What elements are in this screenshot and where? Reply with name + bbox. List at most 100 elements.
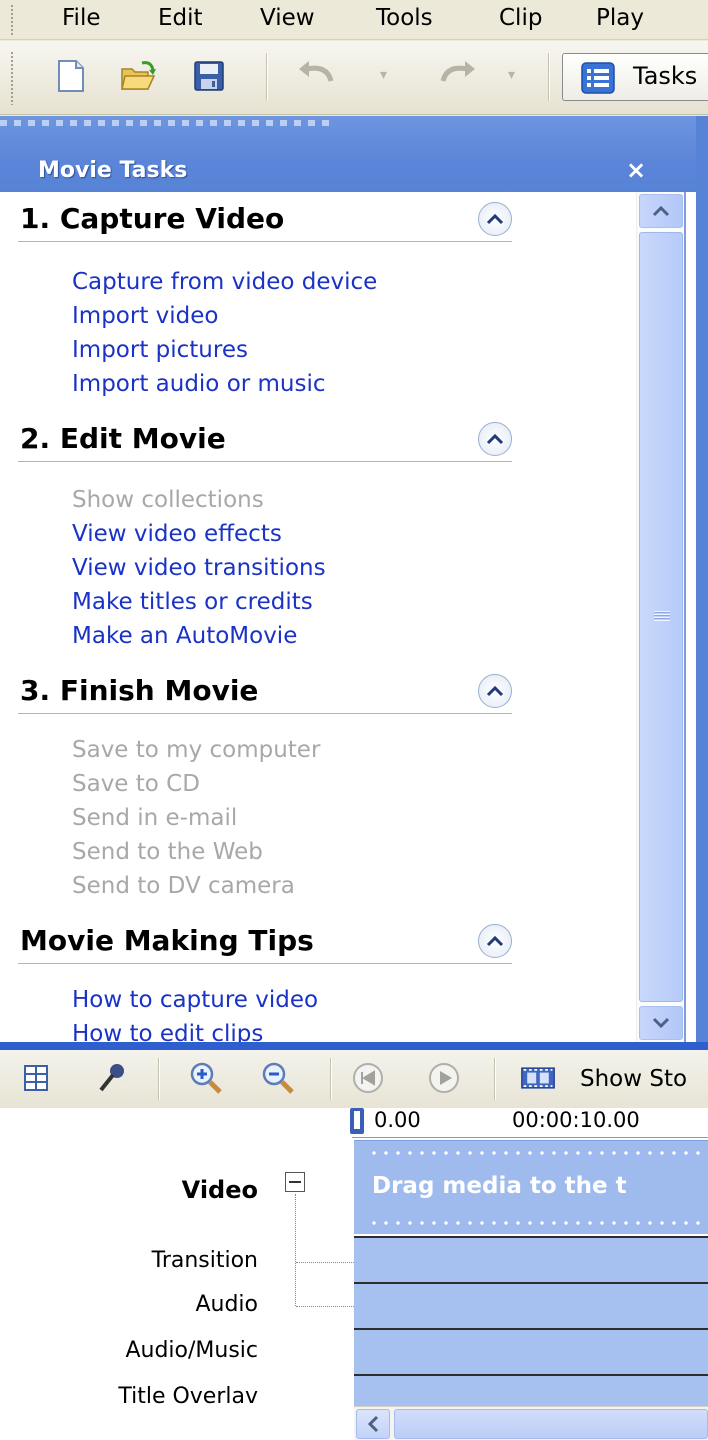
play-icon bbox=[429, 1063, 459, 1093]
scroll-up-button[interactable] bbox=[639, 194, 683, 228]
save-project-icon bbox=[194, 61, 224, 91]
link-capture-from-video-device[interactable]: Capture from video device bbox=[72, 266, 377, 298]
menu-view[interactable]: View bbox=[258, 4, 317, 32]
track-label-title-overlay: Title Overlav bbox=[118, 1384, 258, 1409]
track-label-audio-music: Audio/Music bbox=[125, 1338, 258, 1363]
menu-tools[interactable]: Tools bbox=[374, 4, 435, 32]
collapse-chevron-icon[interactable] bbox=[478, 674, 512, 708]
storyboard-toggle-button[interactable] bbox=[18, 1060, 54, 1096]
link-view-video-transitions[interactable]: View video transitions bbox=[72, 552, 326, 584]
link-send-in-email: Send in e-mail bbox=[72, 805, 238, 831]
zoom-in-button[interactable] bbox=[188, 1060, 224, 1096]
undo-button[interactable] bbox=[296, 55, 338, 97]
collapse-video-track-icon[interactable] bbox=[285, 1172, 305, 1192]
filmstrip-icon bbox=[521, 1067, 555, 1089]
pane-gap bbox=[686, 192, 696, 1042]
playhead-notch bbox=[354, 1111, 360, 1129]
collapse-chevron-icon[interactable] bbox=[478, 422, 512, 456]
header-decoration bbox=[0, 116, 330, 130]
menu-play[interactable]: Play bbox=[594, 4, 646, 32]
link-view-video-effects[interactable]: View video effects bbox=[72, 518, 282, 550]
link-import-pictures[interactable]: Import pictures bbox=[72, 334, 248, 366]
collapse-chevron-icon[interactable] bbox=[478, 202, 512, 236]
save-project-button[interactable] bbox=[188, 55, 230, 97]
redo-dropdown-arrow[interactable]: ▾ bbox=[508, 67, 515, 83]
timeline-horizontal-scrollbar[interactable] bbox=[354, 1406, 708, 1440]
tasks-icon bbox=[581, 62, 615, 94]
tree-connector bbox=[296, 1262, 354, 1263]
track-label-transition: Transition bbox=[151, 1248, 258, 1273]
timeline-toolbar: Show Sto bbox=[0, 1050, 708, 1108]
collapse-chevron-icon[interactable] bbox=[478, 924, 512, 958]
movie-tasks-header: Movie Tasks × bbox=[0, 116, 696, 192]
track-label-audio: Audio bbox=[195, 1292, 258, 1317]
zoom-out-button[interactable] bbox=[260, 1060, 296, 1096]
new-project-button[interactable] bbox=[50, 55, 92, 97]
link-send-to-the-web: Send to the Web bbox=[72, 839, 263, 865]
toolbar-separator bbox=[494, 1058, 496, 1100]
link-import-audio-or-music[interactable]: Import audio or music bbox=[72, 368, 326, 400]
chevron-down-icon bbox=[652, 1017, 670, 1029]
toolbar-separator bbox=[158, 1058, 160, 1100]
menubar-grip[interactable] bbox=[10, 4, 14, 36]
play-timeline-button[interactable] bbox=[426, 1060, 462, 1096]
scroll-left-button[interactable] bbox=[356, 1409, 390, 1439]
audio-music-track[interactable] bbox=[354, 1328, 708, 1374]
track-dotted-border bbox=[368, 1221, 708, 1225]
transition-track[interactable] bbox=[354, 1236, 708, 1282]
tasks-vertical-scrollbar[interactable] bbox=[636, 192, 684, 1044]
menu-edit[interactable]: Edit bbox=[156, 4, 205, 32]
link-save-to-cd: Save to CD bbox=[72, 771, 200, 797]
section-finish-movie[interactable]: 3. Finish Movie bbox=[18, 670, 512, 714]
section-capture-video[interactable]: 1. Capture Video bbox=[18, 198, 512, 242]
link-make-an-automovie[interactable]: Make an AutoMovie bbox=[72, 620, 297, 652]
redo-icon bbox=[440, 61, 475, 82]
horizontal-scroll-thumb[interactable] bbox=[394, 1409, 708, 1439]
undo-dropdown-arrow[interactable]: ▾ bbox=[380, 67, 387, 83]
timeline-ruler[interactable]: 0.00 00:00:10.00 bbox=[352, 1108, 708, 1138]
tasks-button[interactable]: Tasks bbox=[562, 53, 708, 101]
section-title: 2. Edit Movie bbox=[20, 422, 226, 455]
link-import-video[interactable]: Import video bbox=[72, 300, 218, 332]
menu-file[interactable]: File bbox=[60, 4, 103, 32]
link-save-to-my-computer: Save to my computer bbox=[72, 737, 321, 763]
audio-track[interactable] bbox=[354, 1282, 708, 1328]
zoom-in-icon bbox=[190, 1062, 222, 1094]
movie-tasks-title: Movie Tasks bbox=[38, 158, 188, 183]
pane-splitter[interactable] bbox=[0, 1042, 708, 1050]
rewind-icon bbox=[353, 1063, 383, 1093]
narrate-timeline-button[interactable] bbox=[94, 1060, 130, 1096]
redo-button[interactable] bbox=[436, 55, 478, 97]
close-icon[interactable]: × bbox=[626, 156, 646, 184]
toolbar-separator bbox=[330, 1058, 332, 1100]
zoom-out-icon bbox=[262, 1062, 294, 1094]
scroll-thumb[interactable] bbox=[639, 232, 683, 1002]
toolbar-separator bbox=[266, 53, 268, 101]
chevron-up-icon bbox=[652, 205, 670, 217]
section-movie-making-tips[interactable]: Movie Making Tips bbox=[18, 920, 512, 964]
title-overlay-track[interactable] bbox=[354, 1374, 708, 1406]
standard-toolbar: ▾ ▾ Tasks bbox=[0, 41, 708, 115]
toolbar-grip[interactable] bbox=[10, 51, 14, 105]
tree-connector bbox=[296, 1306, 354, 1307]
link-make-titles-or-credits[interactable]: Make titles or credits bbox=[72, 586, 313, 618]
section-edit-movie[interactable]: 2. Edit Movie bbox=[18, 418, 512, 462]
open-project-button[interactable] bbox=[118, 55, 160, 97]
ruler-mark-time: 00:00:10.00 bbox=[512, 1108, 640, 1132]
tasks-button-label: Tasks bbox=[633, 62, 698, 90]
track-dotted-border bbox=[368, 1151, 708, 1155]
collections-pane-edge bbox=[696, 116, 708, 1042]
menu-clip[interactable]: Clip bbox=[497, 4, 544, 32]
link-how-to-capture-video[interactable]: How to capture video bbox=[72, 984, 318, 1016]
video-track[interactable]: Drag media to the t bbox=[354, 1140, 708, 1234]
section-title: 3. Finish Movie bbox=[20, 674, 259, 707]
section-title: 1. Capture Video bbox=[20, 202, 285, 235]
rewind-button[interactable] bbox=[350, 1060, 386, 1096]
scroll-down-button[interactable] bbox=[639, 1006, 683, 1040]
show-storyboard-label[interactable]: Show Sto bbox=[580, 1066, 687, 1092]
drag-media-hint: Drag media to the t bbox=[372, 1173, 627, 1199]
undo-icon bbox=[299, 61, 334, 82]
show-storyboard-button[interactable] bbox=[520, 1060, 556, 1096]
movie-tasks-pane: Movie Tasks × 1. Capture Video Capture f… bbox=[0, 116, 696, 1044]
link-how-to-edit-clips[interactable]: How to edit clips bbox=[72, 1018, 263, 1042]
